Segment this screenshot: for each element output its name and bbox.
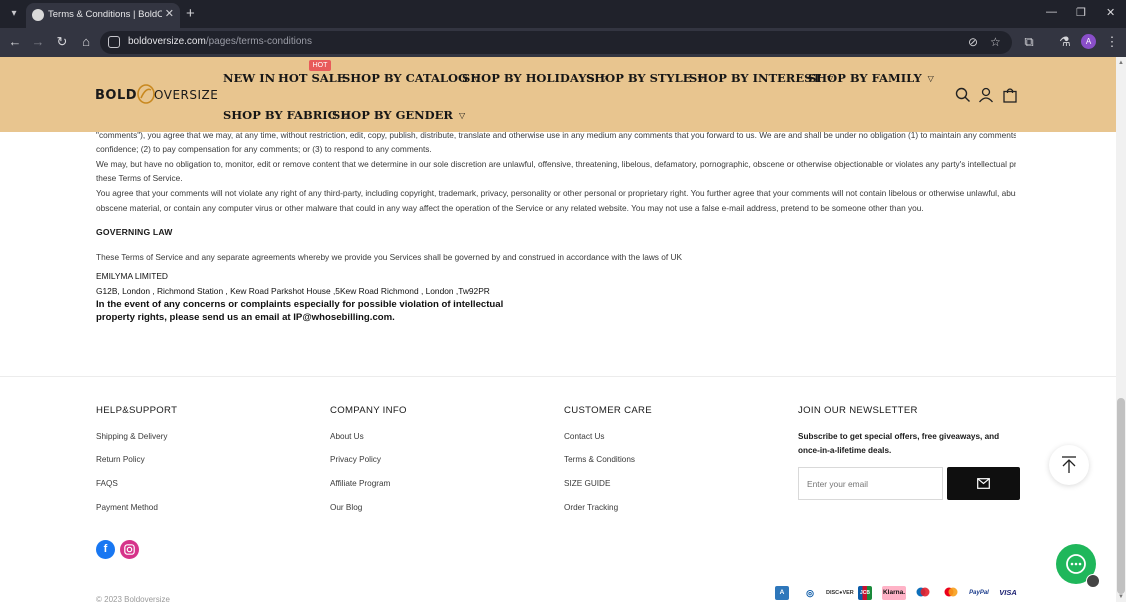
- footer-title-company-info: COMPANY INFO: [330, 405, 407, 416]
- footer-link-order-tracking[interactable]: Order Tracking: [564, 503, 618, 512]
- footer-link-about-us[interactable]: About Us: [330, 432, 364, 441]
- lab-flask-icon[interactable]: ⚗: [1057, 34, 1073, 50]
- tab-search-icon[interactable]: ▾: [6, 6, 22, 22]
- reload-icon[interactable]: ↻: [54, 34, 70, 50]
- forward-icon[interactable]: →: [30, 34, 46, 49]
- footer-link-affiliate[interactable]: Affiliate Program: [330, 479, 390, 488]
- close-window-icon[interactable]: ✕: [1106, 6, 1115, 19]
- menu-new-in[interactable]: NEW IN: [223, 71, 275, 85]
- site-info-icon[interactable]: [108, 36, 120, 48]
- hot-badge: HOT: [309, 60, 331, 71]
- extensions-icon[interactable]: ⧉: [1021, 34, 1037, 50]
- browser-tab-strip: ▾ Terms & Conditions | BoldOver ✕ + — ❐ …: [0, 0, 1126, 28]
- copyright-text: © 2023 Boldoversize: [96, 595, 170, 604]
- active-tab[interactable]: Terms & Conditions | BoldOver ✕: [26, 3, 180, 28]
- footer-link-privacy-policy[interactable]: Privacy Policy: [330, 455, 381, 464]
- logo-mark-icon: [137, 84, 155, 104]
- footer-link-return-policy[interactable]: Return Policy: [96, 455, 145, 464]
- close-tab-icon[interactable]: ✕: [165, 7, 174, 20]
- jcb-icon: JCB: [858, 586, 872, 600]
- footer-link-faqs[interactable]: FAQS: [96, 479, 118, 488]
- site-header: BOLD OVERSIZE HOT NEW IN HOT SALE SHOP B…: [0, 57, 1116, 132]
- scroll-down-arrow-icon[interactable]: ▼: [1116, 592, 1126, 602]
- paypal-icon: PayPal: [969, 590, 989, 596]
- footer-title-help-support: HELP&SUPPORT: [96, 405, 178, 416]
- home-icon[interactable]: ⌂: [78, 34, 94, 49]
- scrollbar-thumb[interactable]: [1117, 398, 1125, 594]
- chevron-down-icon: ▽: [927, 74, 934, 83]
- restore-icon[interactable]: ❐: [1076, 6, 1086, 19]
- company-name: EMILYMA LIMITED: [96, 271, 168, 281]
- menu-shop-by-family[interactable]: SHOP BY FAMILY ▽: [808, 71, 934, 85]
- discover-icon: DISC●VER: [826, 590, 854, 596]
- more-menu-icon[interactable]: ⋮: [1104, 34, 1120, 50]
- back-to-top-button[interactable]: [1049, 445, 1089, 485]
- amex-icon: A: [775, 586, 789, 600]
- newsletter-submit-button[interactable]: [947, 467, 1020, 500]
- bookmark-star-icon[interactable]: ☆: [990, 35, 1001, 49]
- footer-link-payment-method[interactable]: Payment Method: [96, 503, 158, 512]
- newsletter-email-input[interactable]: [798, 467, 943, 500]
- ip-notice-line-1: In the event of any concerns or complain…: [96, 299, 504, 310]
- logo-text-oversize: OVERSIZE: [154, 88, 219, 102]
- klarna-icon: Klarna.: [882, 586, 906, 600]
- footer-link-contact-us[interactable]: Contact Us: [564, 432, 605, 441]
- menu-shop-by-catalog[interactable]: SHOP BY CATALOG ▽: [342, 71, 480, 85]
- cart-icon[interactable]: [1002, 87, 1018, 103]
- chat-bubble-icon: [1066, 554, 1086, 574]
- mail-icon: [977, 478, 990, 489]
- search-icon[interactable]: [955, 87, 971, 103]
- menu-shop-by-gender[interactable]: SHOP BY GENDER ▽: [332, 108, 465, 122]
- profile-avatar[interactable]: A: [1081, 34, 1096, 49]
- address-bar[interactable]: boldoversize.com/pages/terms-conditions …: [100, 31, 1012, 54]
- mastercard-icon: [944, 587, 958, 597]
- visa-icon: VISA: [999, 588, 1017, 597]
- tab-title: Terms & Conditions | BoldOver: [48, 9, 162, 20]
- maestro-icon: [916, 587, 930, 597]
- instagram-icon[interactable]: [120, 540, 139, 559]
- terms-paragraph: these Terms of Service.: [96, 173, 183, 183]
- terms-paragraph: "comments"), you agree that we may, at a…: [96, 130, 1016, 140]
- footer-link-blog[interactable]: Our Blog: [330, 503, 362, 512]
- menu-hot-sale[interactable]: HOT SALE: [278, 71, 346, 85]
- terms-paragraph: confidence; (2) to pay compensation for …: [96, 144, 432, 154]
- chevron-down-icon: ▽: [458, 111, 466, 120]
- footer-title-customer-care: CUSTOMER CARE: [564, 405, 652, 416]
- back-icon[interactable]: ←: [7, 34, 23, 49]
- chat-badge-icon: [1086, 574, 1100, 588]
- terms-paragraph: You agree that your comments will not vi…: [96, 188, 1016, 198]
- terms-paragraph: obscene material, or contain any compute…: [96, 203, 924, 213]
- governing-law-heading: GOVERNING LAW: [96, 227, 173, 237]
- eye-off-icon[interactable]: ⊘: [968, 35, 978, 49]
- facebook-icon[interactable]: f: [96, 540, 115, 559]
- menu-shop-by-style[interactable]: SHOP BY STYLE ▽: [586, 71, 704, 85]
- browser-toolbar: ← → ↻ ⌂ boldoversize.com/pages/terms-con…: [0, 28, 1126, 57]
- governing-law-text: These Terms of Service and any separate …: [96, 252, 683, 262]
- menu-shop-by-fabric[interactable]: SHOP BY FABRIC ▽: [223, 108, 349, 122]
- newsletter-description: Subscribe to get special offers, free gi…: [798, 432, 1000, 455]
- footer-link-terms[interactable]: Terms & Conditions: [564, 455, 635, 464]
- ip-notice-line-2: property rights, please send us an email…: [96, 312, 395, 323]
- minimize-icon[interactable]: —: [1046, 6, 1057, 18]
- logo-text-bold: BOLD: [95, 88, 138, 103]
- terms-paragraph: We may, but have no obligation to, monit…: [96, 159, 1016, 169]
- account-icon[interactable]: [978, 87, 994, 103]
- url-text[interactable]: boldoversize.com/pages/terms-conditions: [128, 36, 312, 47]
- newsletter-title: JOIN OUR NEWSLETTER: [798, 405, 918, 416]
- footer-divider: [0, 376, 1116, 377]
- arrow-up-icon: [1062, 456, 1076, 473]
- scroll-up-arrow-icon[interactable]: ▲: [1116, 58, 1126, 68]
- footer-link-shipping[interactable]: Shipping & Delivery: [96, 432, 167, 441]
- diners-icon: ◎: [806, 588, 814, 598]
- site-favicon-icon: [32, 9, 44, 21]
- company-address: G12B, London , Richmond Station , Kew Ro…: [96, 286, 490, 296]
- footer-link-size-guide[interactable]: SIZE GUIDE: [564, 479, 610, 488]
- new-tab-icon[interactable]: +: [186, 5, 195, 22]
